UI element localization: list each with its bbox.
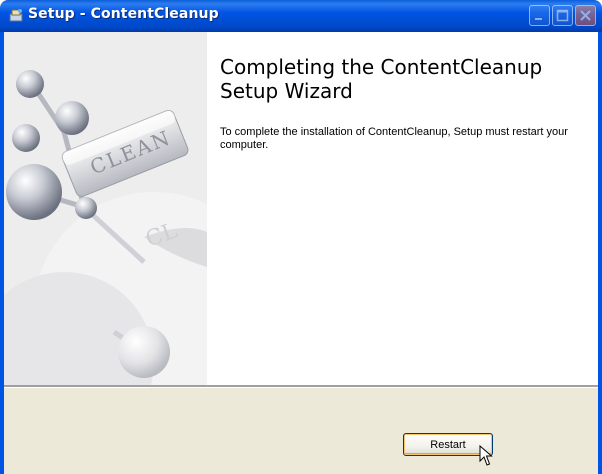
- window-frame-right: [598, 32, 602, 474]
- minimize-icon: [535, 18, 542, 20]
- minimize-button[interactable]: [529, 5, 550, 26]
- wizard-footer: Restart: [4, 388, 598, 474]
- close-button[interactable]: [575, 5, 596, 26]
- wizard-side-image: CL CLEAN: [0, 32, 274, 452]
- mouse-cursor-icon: [479, 445, 493, 466]
- molecule-illustration: CL CLEAN: [0, 32, 274, 452]
- description-text: To complete the installation of ContentC…: [220, 126, 568, 151]
- close-icon: [580, 10, 591, 21]
- title-bar[interactable]: Setup - ContentCleanup: [0, 0, 602, 32]
- page-title: Completing the ContentCleanup Setup Wiza…: [220, 55, 543, 103]
- setup-icon: [9, 9, 23, 22]
- maximize-button[interactable]: [552, 5, 573, 26]
- wizard-content: Completing the ContentCleanup Setup Wiza…: [207, 32, 598, 385]
- maximize-icon: [556, 9, 569, 22]
- window-title: Setup - ContentCleanup: [28, 6, 219, 22]
